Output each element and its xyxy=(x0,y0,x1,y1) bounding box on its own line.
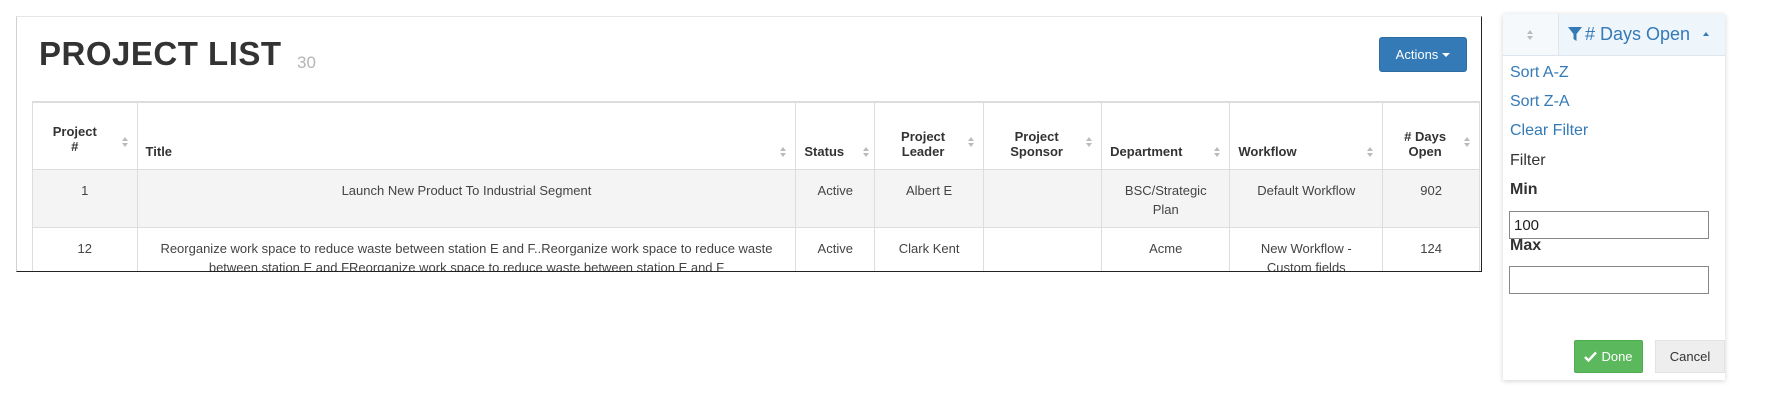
cell-project-no: 12 xyxy=(32,227,138,271)
column-header-workflow[interactable]: Workflow xyxy=(1229,101,1384,170)
sort-icon[interactable] xyxy=(862,147,870,157)
filter-label: Filter xyxy=(1510,152,1546,169)
filter-funnel-icon xyxy=(1568,27,1582,41)
column-header-project-no[interactable]: Project # xyxy=(32,101,138,170)
sort-toggle[interactable] xyxy=(1503,14,1559,55)
cell-title[interactable]: Launch New Product To Industrial Segment xyxy=(136,169,797,228)
sort-za-link[interactable]: Sort Z-A xyxy=(1510,93,1570,111)
min-input[interactable] xyxy=(1509,211,1709,239)
column-header-project-sponsor[interactable]: Project Sponsor xyxy=(983,101,1103,170)
sort-icon[interactable] xyxy=(121,137,129,147)
sort-icon[interactable] xyxy=(1463,137,1471,147)
cell-days-open: 124 xyxy=(1382,227,1480,271)
done-button[interactable]: Done xyxy=(1574,340,1643,373)
caret-down-icon xyxy=(1442,52,1451,57)
sort-icon[interactable] xyxy=(1526,30,1534,40)
cell-sponsor xyxy=(983,227,1103,271)
column-header-project-leader[interactable]: Project Leader xyxy=(874,101,985,170)
column-filter-popup: # Days Open Sort A-Z Sort Z-A Clear Filt… xyxy=(1503,14,1725,380)
sort-icon[interactable] xyxy=(1213,147,1221,157)
sort-az-link[interactable]: Sort A-Z xyxy=(1510,64,1569,82)
column-header-title[interactable]: Title xyxy=(136,101,797,170)
check-icon xyxy=(1584,351,1598,362)
sort-icon[interactable] xyxy=(1085,137,1093,147)
project-list-panel: PROJECT LIST 30 Actions Project # Title … xyxy=(16,16,1482,272)
clear-filter-link[interactable]: Clear Filter xyxy=(1510,122,1588,140)
column-header-status[interactable]: Status xyxy=(795,101,876,170)
cell-sponsor xyxy=(983,169,1103,228)
project-count: 30 xyxy=(297,53,316,72)
filter-popup-header[interactable]: # Days Open xyxy=(1503,14,1725,56)
caret-up-icon[interactable] xyxy=(1703,32,1709,36)
max-label: Max xyxy=(1510,237,1542,254)
cell-leader: Albert E xyxy=(874,169,985,228)
cell-status: Active xyxy=(795,227,876,271)
actions-button-label: Actions xyxy=(1395,47,1439,62)
table-row[interactable]: 1 Launch New Product To Industrial Segme… xyxy=(32,169,1480,228)
cell-leader: Clark Kent xyxy=(874,227,985,271)
sort-icon[interactable] xyxy=(1366,147,1374,157)
table-header-row: Project # Title Status Project Leader Pr… xyxy=(32,101,1480,170)
column-header-days-open[interactable]: # Days Open xyxy=(1382,101,1480,170)
cell-days-open: 902 xyxy=(1382,169,1480,228)
page-title: PROJECT LIST xyxy=(39,35,282,72)
cell-workflow: Default Workflow xyxy=(1229,169,1384,228)
sort-icon[interactable] xyxy=(779,147,787,157)
filter-column-title[interactable]: # Days Open xyxy=(1567,24,1690,45)
max-input[interactable] xyxy=(1509,266,1709,294)
cell-status: Active xyxy=(795,169,876,228)
cancel-button[interactable]: Cancel xyxy=(1655,340,1725,373)
cell-department: BSC/Strategic Plan xyxy=(1101,169,1231,228)
cell-title[interactable]: Reorganize work space to reduce waste be… xyxy=(136,227,797,271)
cell-project-no: 1 xyxy=(32,169,138,228)
table-row[interactable]: 12 Reorganize work space to reduce waste… xyxy=(32,227,1480,271)
project-table: Project # Title Status Project Leader Pr… xyxy=(32,101,1480,271)
cell-department: Acme xyxy=(1101,227,1231,271)
sort-icon[interactable] xyxy=(967,137,975,147)
actions-button[interactable]: Actions xyxy=(1379,37,1467,72)
cell-workflow: New Workflow - Custom fields xyxy=(1229,227,1384,271)
column-header-department[interactable]: Department xyxy=(1101,101,1231,170)
min-label: Min xyxy=(1510,181,1538,198)
